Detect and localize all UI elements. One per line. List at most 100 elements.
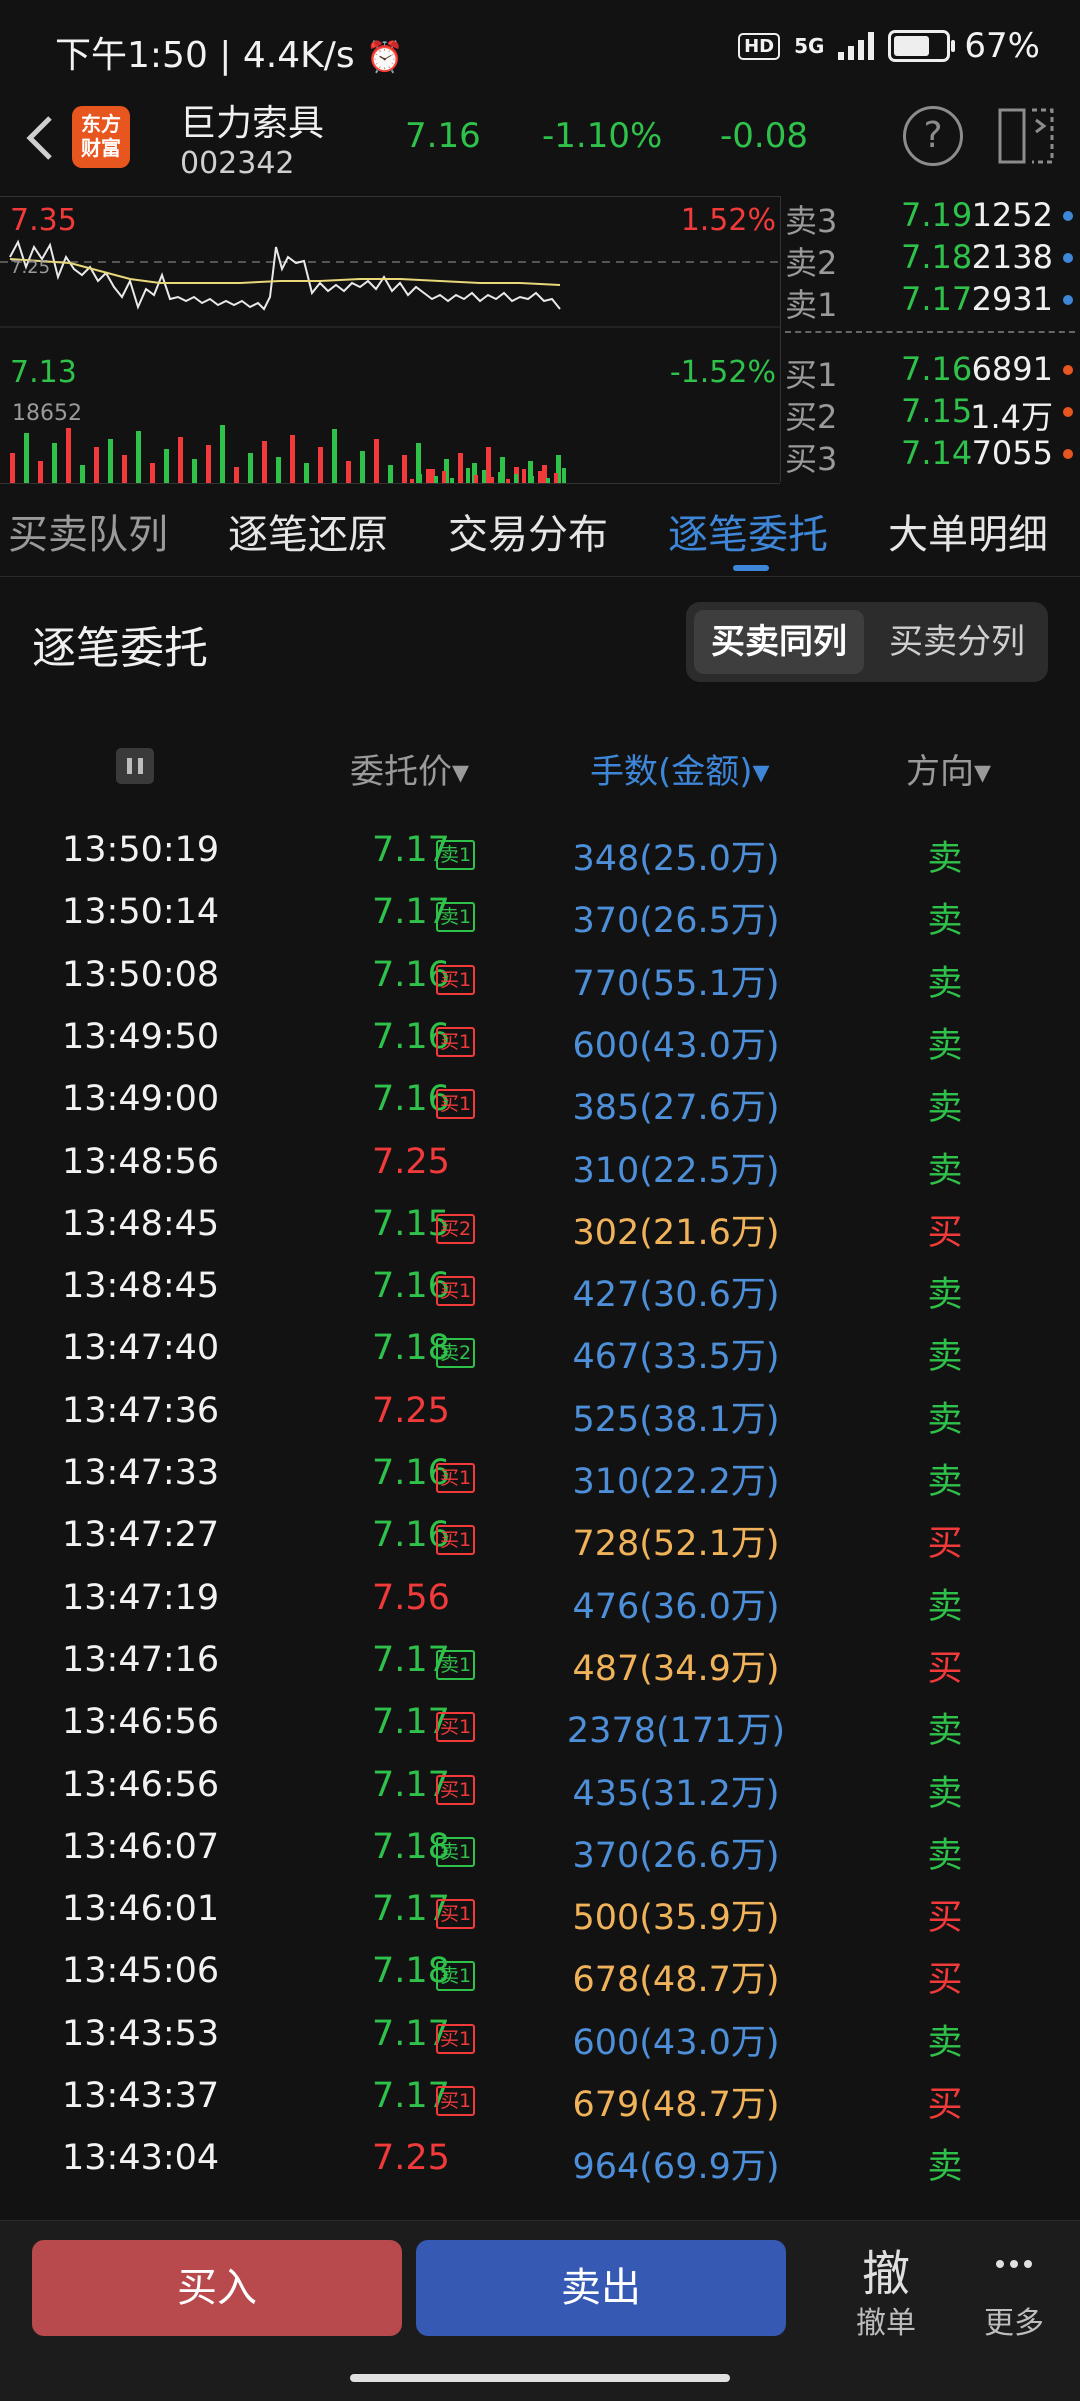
volume-bar <box>10 453 15 483</box>
row-direction: 卖 <box>927 1711 963 1752</box>
ask-1-row: 卖1 7.17 2931 <box>781 280 1080 324</box>
table-row[interactable]: 13:50:08 7.16 买1 770(55.1万) 卖 <box>0 947 1080 1010</box>
table-row[interactable]: 13:45:06 7.18 卖1 678(48.7万) 买 <box>0 1943 1080 2006</box>
more-label[interactable]: 更多 <box>964 2298 1064 2342</box>
row-time: 13:46:56 <box>62 1702 220 1743</box>
cancel-order-icon[interactable]: 撤 <box>846 2234 926 2304</box>
table-row[interactable]: 13:47:19 7.56 476(36.0万) 卖 <box>0 1570 1080 1633</box>
row-direction: 买 <box>927 1960 963 2001</box>
table-row[interactable]: 13:48:56 7.25 310(22.5万) 卖 <box>0 1134 1080 1197</box>
row-level-badge: 买2 <box>436 1213 476 1244</box>
row-direction: 卖 <box>927 1337 963 1378</box>
table-row[interactable]: 13:46:07 7.18 卖1 370(26.6万) 卖 <box>0 1819 1080 1882</box>
volume-bar <box>24 433 29 483</box>
volume-bar <box>346 461 351 483</box>
tab-big-orders[interactable]: 大单明细 <box>888 502 1048 560</box>
row-direction: 卖 <box>927 2022 963 2063</box>
table-row[interactable]: 13:47:16 7.17 卖1 487(34.9万) 买 <box>0 1632 1080 1695</box>
table-row[interactable]: 13:43:53 7.17 买1 600(43.0万) 卖 <box>0 2006 1080 2069</box>
row-direction: 卖 <box>927 1835 963 1876</box>
table-row[interactable]: 13:46:56 7.17 买1 2378(171万) 卖 <box>0 1694 1080 1757</box>
row-time: 13:48:45 <box>62 1203 220 1244</box>
row-time: 13:48:56 <box>62 1141 220 1182</box>
more-dots-icon[interactable] <box>974 2244 1054 2284</box>
row-level-badge: 买1 <box>436 1089 476 1120</box>
buy-button[interactable]: 买入 <box>32 2240 402 2336</box>
table-row[interactable]: 13:47:36 7.25 525(38.1万) 卖 <box>0 1383 1080 1446</box>
volume-bar <box>402 455 407 483</box>
col-price-header[interactable]: 委托价▾ <box>350 744 469 793</box>
battery-level: 67% <box>964 26 1040 66</box>
tab-queue[interactable]: 买卖队列 <box>8 502 168 560</box>
table-row[interactable]: 13:46:56 7.17 买1 435(31.2万) 卖 <box>0 1757 1080 1820</box>
table-row[interactable]: 13:48:45 7.16 买1 427(30.6万) 卖 <box>0 1258 1080 1321</box>
sell-button[interactable]: 卖出 <box>416 2240 786 2336</box>
table-row[interactable]: 13:50:19 7.17 卖1 348(25.0万) 卖 <box>0 822 1080 885</box>
pause-icon[interactable] <box>116 748 154 784</box>
row-quantity: 2378(171万) <box>566 1711 786 1752</box>
row-direction: 卖 <box>927 2147 963 2188</box>
row-level-badge: 买1 <box>436 1774 476 1805</box>
row-time: 13:49:00 <box>62 1079 220 1120</box>
volume-bar <box>418 474 422 483</box>
split-screen-icon[interactable] <box>996 106 1056 166</box>
network-type: 5G <box>794 34 825 58</box>
home-indicator[interactable] <box>350 2374 730 2382</box>
table-row[interactable]: 13:47:40 7.18 卖2 467(33.5万) 卖 <box>0 1320 1080 1383</box>
volume-bar <box>234 467 239 483</box>
tab-distribution[interactable]: 交易分布 <box>448 502 608 560</box>
volume-bar <box>562 468 566 483</box>
row-price: 7.25 <box>372 2138 450 2179</box>
table-row[interactable]: 13:50:14 7.17 卖1 370(26.5万) 卖 <box>0 884 1080 947</box>
table-row[interactable]: 13:43:04 7.25 964(69.9万) 卖 <box>0 2130 1080 2193</box>
row-level-badge: 买1 <box>436 1276 476 1307</box>
row-level-badge: 买1 <box>436 1463 476 1493</box>
row-time: 13:48:45 <box>62 1266 220 1307</box>
table-row[interactable]: 13:46:01 7.17 买1 500(35.9万) 买 <box>0 1881 1080 1944</box>
row-price: 7.25 <box>372 1390 450 1431</box>
volume-bar <box>538 471 542 483</box>
col-direction-header[interactable]: 方向▾ <box>906 744 991 793</box>
row-level-badge: 买1 <box>436 964 476 995</box>
row-time: 13:46:07 <box>62 1826 220 1867</box>
table-row[interactable]: 13:47:33 7.16 买1 310(22.2万) 卖 <box>0 1445 1080 1508</box>
cancel-order-label[interactable]: 撤单 <box>836 2298 936 2342</box>
row-level-badge: 买1 <box>436 1525 476 1556</box>
row-time: 13:47:27 <box>62 1515 220 1556</box>
row-level-badge: 买1 <box>436 2086 476 2116</box>
row-quantity: 678(48.7万) <box>572 1960 780 2001</box>
chart-low: 7.13 <box>10 355 77 390</box>
table-row[interactable]: 13:48:45 7.15 买2 302(21.6万) 买 <box>0 1196 1080 1259</box>
volume-bar <box>442 471 446 483</box>
row-quantity: 348(25.0万) <box>572 839 780 879</box>
toggle-split-column[interactable]: 买卖分列 <box>872 610 1042 674</box>
row-direction: 买 <box>927 1648 963 1689</box>
table-row[interactable]: 13:43:37 7.17 买1 679(48.7万) 买 <box>0 2068 1080 2131</box>
order-list[interactable]: 13:50:19 7.17 卖1 348(25.0万) 卖 13:50:14 7.17 卖1 3… <box>0 822 1080 2202</box>
tab-tick-restore[interactable]: 逐笔还原 <box>228 502 388 560</box>
volume-bar <box>498 472 502 483</box>
volume-bar <box>360 451 365 483</box>
table-row[interactable]: 13:47:27 7.16 买1 728(52.1万) 买 <box>0 1507 1080 1570</box>
row-direction: 卖 <box>927 1399 963 1440</box>
toggle-same-column[interactable]: 买卖同列 <box>694 610 864 674</box>
row-level-badge: 卖1 <box>436 840 476 870</box>
volume-bar <box>248 453 253 483</box>
col-qty-header[interactable]: 手数(金额)▾ <box>590 744 770 793</box>
intraday-chart[interactable]: 7.35 7.25 1.52% 7.13 -1.52% 18652 <box>0 196 780 484</box>
back-arrow-icon[interactable] <box>18 108 62 168</box>
row-direction: 卖 <box>927 1025 963 1066</box>
table-row[interactable]: 13:49:00 7.16 买1 385(27.6万) 卖 <box>0 1071 1080 1134</box>
row-direction: 卖 <box>927 901 963 942</box>
volume-bar <box>108 439 113 483</box>
hd-icon: HD <box>738 32 781 60</box>
row-quantity: 487(34.9万) <box>572 1648 780 1689</box>
table-row[interactable]: 13:49:50 7.16 买1 600(43.0万) 卖 <box>0 1009 1080 1072</box>
volume-bar <box>458 473 462 483</box>
help-icon[interactable]: ? <box>903 106 963 166</box>
volume-bar <box>466 468 470 483</box>
tab-tick-orders[interactable]: 逐笔委托 <box>668 502 828 560</box>
row-level-badge: 卖2 <box>436 1338 476 1369</box>
volume-bar <box>220 425 225 483</box>
row-level-badge: 买1 <box>436 1899 476 1930</box>
